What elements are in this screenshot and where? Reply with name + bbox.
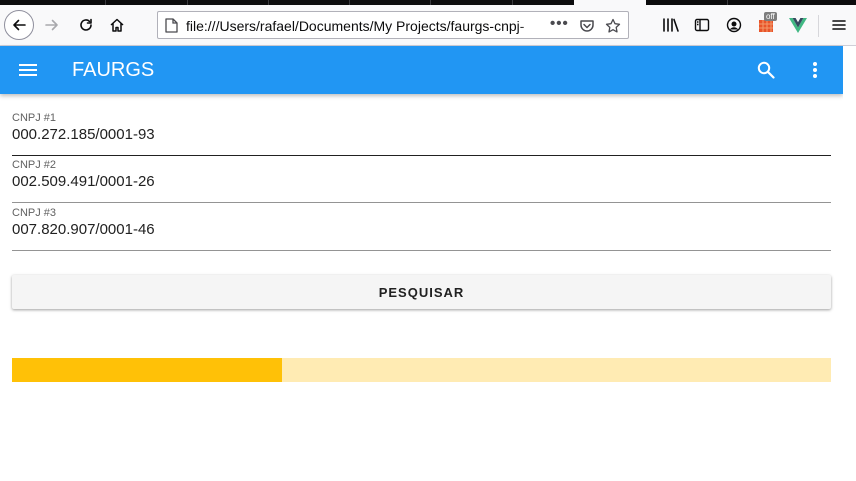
account-icon [726, 17, 742, 33]
cnpj-field-2-label: CNPJ #2 [12, 159, 57, 171]
menu-icon [19, 64, 37, 76]
pocket-icon [580, 20, 594, 32]
search-button[interactable] [754, 58, 778, 82]
star-icon [605, 18, 621, 33]
account-button[interactable] [720, 11, 748, 39]
arrow-right-icon [45, 19, 58, 31]
hamburger-icon [832, 20, 846, 30]
back-button[interactable] [4, 10, 34, 40]
nav-menu-button[interactable] [16, 58, 40, 82]
page-actions-button[interactable]: ••• [550, 15, 569, 32]
sidebar-button[interactable] [688, 11, 716, 39]
cnpj-field-1: CNPJ #1 [12, 112, 831, 156]
search-icon [757, 61, 775, 79]
library-icon [663, 18, 679, 32]
cnpj-input-2[interactable] [12, 173, 831, 191]
cnpj-field-3-underline [12, 250, 831, 251]
cnpj-field-1-underline [12, 155, 831, 156]
extension-badge: off [764, 12, 777, 21]
reload-icon [80, 18, 92, 31]
progress-bar [12, 358, 831, 382]
home-icon [110, 18, 124, 32]
browser-toolbar: file:///Users/rafael/Documents/My Projec… [0, 5, 856, 46]
progress-bar-fill [12, 358, 283, 382]
home-button[interactable] [103, 11, 131, 39]
toolbar-separator [818, 15, 819, 37]
bookmark-star-button[interactable] [604, 17, 622, 35]
pesquisar-button[interactable]: PESQUISAR [12, 275, 831, 309]
cnpj-field-1-label: CNPJ #1 [12, 112, 57, 124]
cnpj-field-2: CNPJ #2 [12, 159, 831, 203]
more-options-button[interactable] [803, 58, 827, 82]
url-bar[interactable]: file:///Users/rafael/Documents/My Projec… [157, 11, 629, 39]
sidebar-icon [694, 18, 710, 32]
cnpj-input-3[interactable] [12, 221, 831, 239]
cnpj-field-3-label: CNPJ #3 [12, 207, 57, 219]
arrow-left-icon [13, 19, 26, 31]
cnpj-field-3: CNPJ #3 [12, 207, 831, 251]
vue-devtools-button[interactable] [784, 11, 812, 39]
app-menu-button[interactable] [825, 11, 853, 39]
forward-button[interactable] [38, 11, 66, 39]
url-text[interactable]: file:///Users/rafael/Documents/My Projec… [186, 18, 541, 34]
library-button[interactable] [657, 11, 685, 39]
app-toolbar: FAURGS [0, 46, 843, 94]
app-title: FAURGS [72, 59, 155, 81]
reload-button[interactable] [72, 11, 100, 39]
vue-logo-icon [789, 18, 807, 33]
cnpj-input-1[interactable] [12, 126, 831, 144]
cnpj-field-2-underline [12, 202, 831, 203]
pocket-button[interactable] [578, 17, 596, 35]
page-icon [165, 18, 178, 33]
scrollbar-gutter [843, 46, 856, 481]
more-vert-icon [813, 62, 817, 78]
